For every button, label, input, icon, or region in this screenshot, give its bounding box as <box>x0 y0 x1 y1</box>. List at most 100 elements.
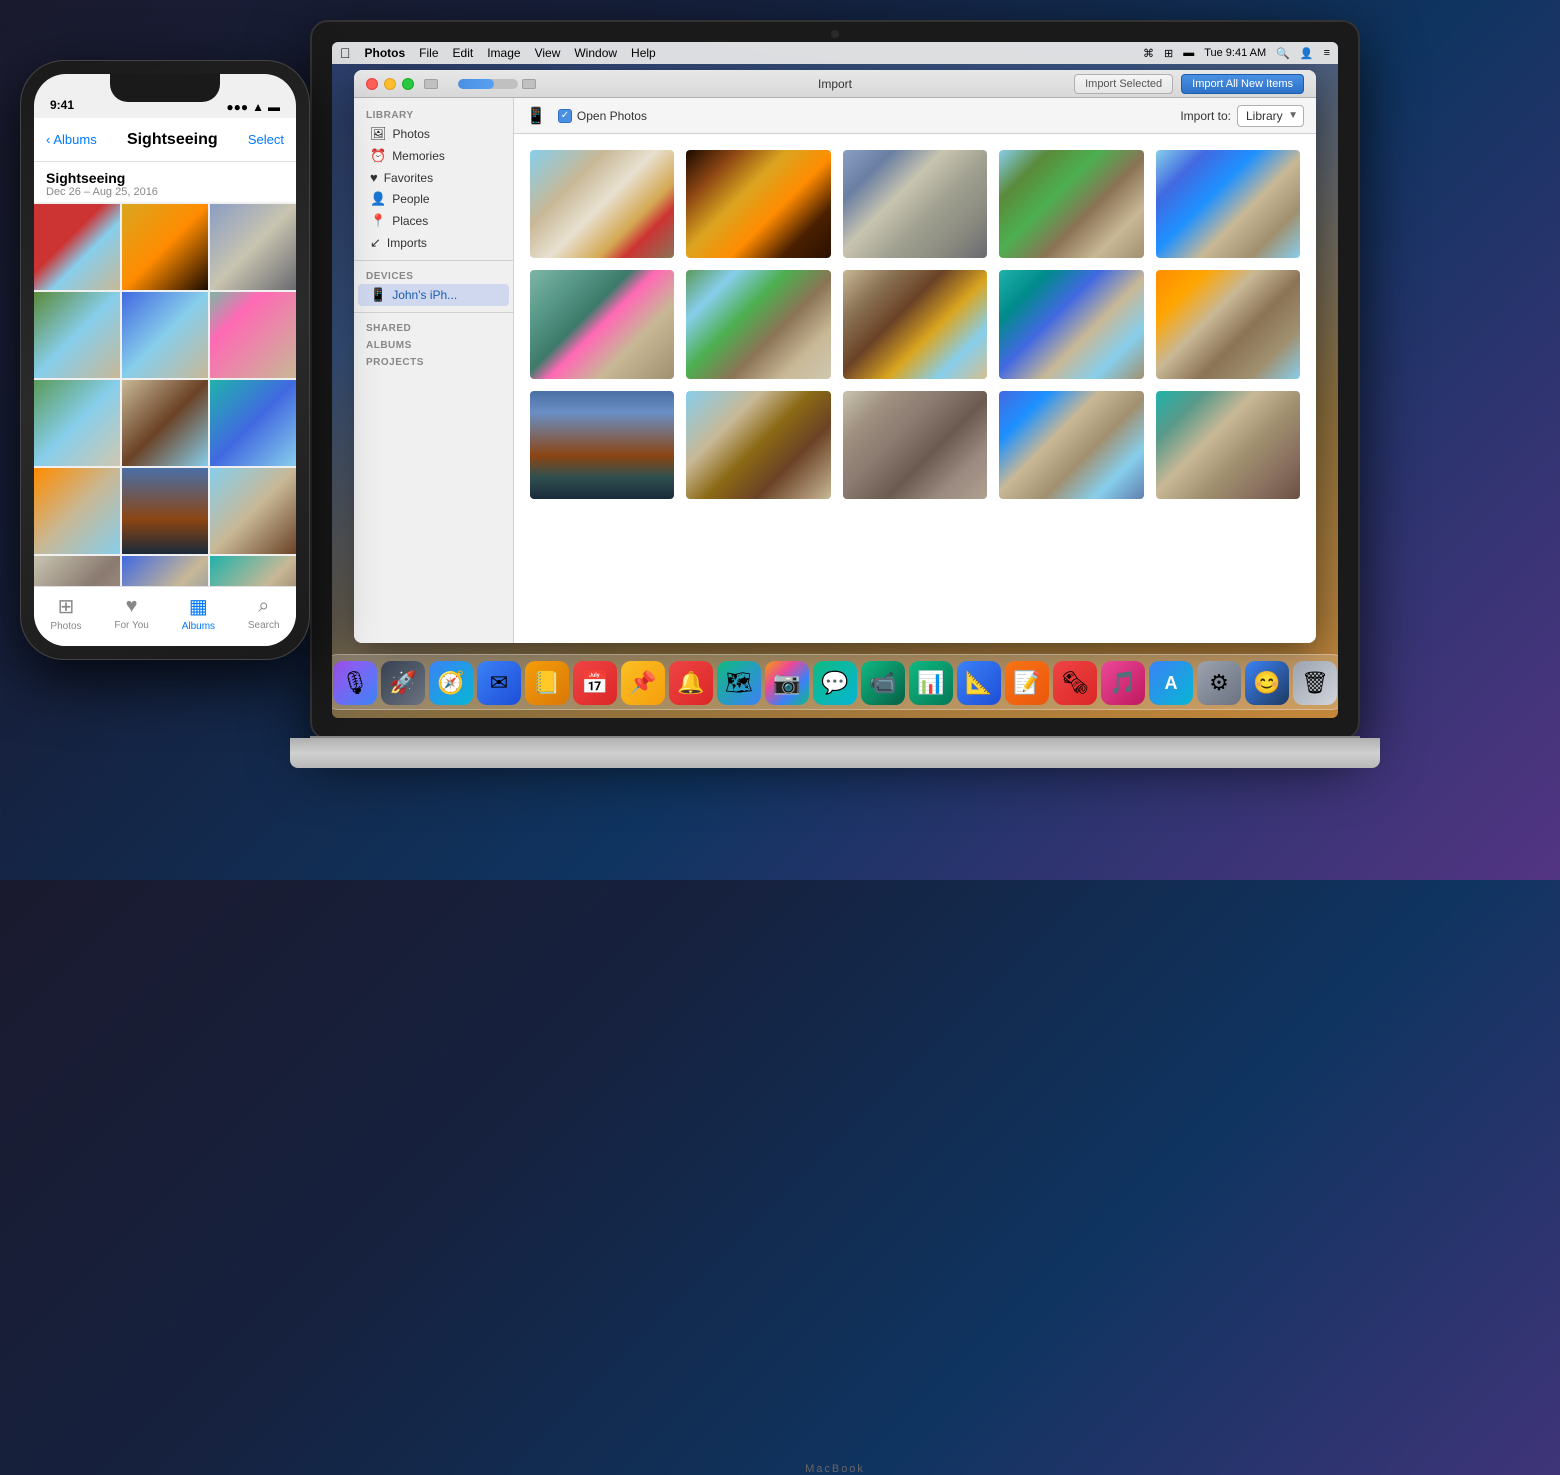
iphone-photo-item[interactable] <box>34 292 120 378</box>
import-to-select[interactable]: Library <box>1237 105 1304 127</box>
dock-pages[interactable]: 📝 <box>1005 661 1049 705</box>
dock-finder[interactable]: 😊 <box>1245 661 1289 705</box>
dock-numbers[interactable]: 📊 <box>909 661 953 705</box>
sidebar-item-favorites[interactable]: ♥ Favorites <box>358 167 509 188</box>
sidebar: Library 🖼 Photos ⏰ Memories ♥ Favorites <box>354 98 514 643</box>
sidebar-item-iphone[interactable]: 📱 John's iPh... <box>358 284 509 306</box>
dock-calendar[interactable]: 📅 <box>573 661 617 705</box>
dock-trash[interactable]: 🗑 <box>1293 661 1337 705</box>
iphone-tab-foryou[interactable]: ♥ For You <box>114 595 148 631</box>
close-button[interactable] <box>366 78 378 90</box>
menu-image[interactable]: Image <box>487 46 520 60</box>
photo-item[interactable] <box>999 150 1143 258</box>
dock-reminders[interactable]: 🔔 <box>669 661 713 705</box>
photo-item[interactable] <box>530 391 674 499</box>
iphone-photo-item[interactable] <box>122 204 208 290</box>
iphone-status-icons: ●●● ▲ ▬ <box>226 100 280 114</box>
photo-item[interactable] <box>843 391 987 499</box>
iphone-photo-item[interactable] <box>34 380 120 466</box>
iphone-photo-item[interactable] <box>122 292 208 378</box>
photo-item[interactable] <box>843 270 987 378</box>
photo-item[interactable] <box>843 150 987 258</box>
photo-item[interactable] <box>686 150 830 258</box>
iphone-back-button[interactable]: ‹ Albums <box>46 132 97 147</box>
list-icon[interactable]: ≡ <box>1324 47 1330 59</box>
menu-help[interactable]: Help <box>631 46 656 60</box>
apple-logo-icon[interactable]:  <box>340 45 351 61</box>
sidebar-divider-1 <box>354 260 513 261</box>
dock-siri[interactable]: 🎙 <box>333 661 377 705</box>
iphone-photo-item[interactable] <box>210 468 296 554</box>
sidebar-item-people[interactable]: 👤 People <box>358 188 509 210</box>
sidebar-item-places[interactable]: 📍 Places <box>358 210 509 232</box>
photo-item[interactable] <box>686 391 830 499</box>
iphone-photo-item[interactable] <box>210 556 296 586</box>
photo-item[interactable] <box>1156 391 1300 499</box>
main-content: 📱 ✓ Open Photos Import to: Library ▼ <box>514 98 1316 643</box>
import-all-button[interactable]: Import All New Items <box>1181 74 1304 94</box>
view-toggle[interactable] <box>522 79 536 89</box>
iphone-photo-item[interactable] <box>122 468 208 554</box>
dock-stickies[interactable]: 📌 <box>621 661 665 705</box>
photo-item[interactable] <box>686 270 830 378</box>
iphone-select-button[interactable]: Select <box>248 132 284 147</box>
window-titlebar: Import Import Selected Import All New It… <box>354 70 1316 98</box>
open-photos-label: Open Photos <box>577 109 647 123</box>
open-photos-checkbox[interactable]: ✓ <box>558 109 572 123</box>
dock-notes[interactable]: 📒 <box>525 661 569 705</box>
photos-sidebar-icon: 🖼 <box>370 126 387 142</box>
iphone-photo-item[interactable] <box>210 380 296 466</box>
photo-item[interactable] <box>1156 150 1300 258</box>
photo-item[interactable] <box>999 270 1143 378</box>
import-selected-button[interactable]: Import Selected <box>1074 74 1173 94</box>
iphone-sidebar-icon: 📱 <box>370 287 386 303</box>
photo-item[interactable] <box>1156 270 1300 378</box>
photo-item[interactable] <box>530 270 674 378</box>
people-icon: 👤 <box>370 191 386 207</box>
dock-keynote[interactable]: 📐 <box>957 661 1001 705</box>
chevron-left-icon: ‹ <box>46 132 50 147</box>
iphone-photo-item[interactable] <box>34 468 120 554</box>
dock-facetime[interactable]: 📹 <box>861 661 905 705</box>
iphone-photo-item[interactable] <box>34 204 120 290</box>
dock-safari[interactable]: 🧭 <box>429 661 473 705</box>
iphone-tab-albums[interactable]: ▦ Albums <box>182 594 215 632</box>
iphone-photo-item[interactable] <box>122 556 208 586</box>
dock-news[interactable]: 🗞 <box>1053 661 1097 705</box>
menu-file[interactable]: File <box>419 46 438 60</box>
sidebar-divider-2 <box>354 312 513 313</box>
dock-launchpad[interactable]: 🚀 <box>381 661 425 705</box>
fullscreen-button[interactable] <box>402 78 414 90</box>
dock-maps[interactable]: 🗺 <box>717 661 761 705</box>
photo-item[interactable] <box>530 150 674 258</box>
iphone-tab-search[interactable]: ⌕ Search <box>248 595 280 631</box>
open-photos-toggle[interactable]: ✓ Open Photos <box>558 109 647 123</box>
sidebar-item-memories[interactable]: ⏰ Memories <box>358 145 509 167</box>
menu-view[interactable]: View <box>535 46 561 60</box>
sidebar-toggle[interactable] <box>424 79 438 89</box>
sidebar-item-photos[interactable]: 🖼 Photos <box>358 123 509 145</box>
iphone-photo-item[interactable] <box>122 380 208 466</box>
photo-item[interactable] <box>999 391 1143 499</box>
minimize-button[interactable] <box>384 78 396 90</box>
iphone-photo-item[interactable] <box>210 204 296 290</box>
dock-messages[interactable]: 💬 <box>813 661 857 705</box>
menu-edit[interactable]: Edit <box>453 46 474 60</box>
dock-photos[interactable]: 📷 <box>765 661 809 705</box>
photos-tab-icon: ⊞ <box>58 594 75 619</box>
search-menubar-icon[interactable]: 🔍 <box>1276 47 1290 60</box>
iphone-photo-item[interactable] <box>210 292 296 378</box>
sidebar-label-favorites: Favorites <box>384 171 433 185</box>
dock-appstore[interactable]: A <box>1149 661 1193 705</box>
device-icon: 📱 <box>526 106 546 126</box>
dock-mail[interactable]: ✉ <box>477 661 521 705</box>
iphone-photo-item[interactable] <box>34 556 120 586</box>
user-icon[interactable]: 👤 <box>1300 47 1314 60</box>
menu-window[interactable]: Window <box>574 46 617 60</box>
iphone: 9:41 ●●● ▲ ▬ ‹ Albums Sightseeing Select… <box>20 60 310 660</box>
sidebar-item-imports[interactable]: ↙ Imports <box>358 232 509 254</box>
dock-preferences[interactable]: ⚙ <box>1197 661 1241 705</box>
menu-photos[interactable]: Photos <box>365 46 406 60</box>
iphone-tab-photos[interactable]: ⊞ Photos <box>50 594 81 632</box>
dock-music[interactable]: 🎵 <box>1101 661 1145 705</box>
